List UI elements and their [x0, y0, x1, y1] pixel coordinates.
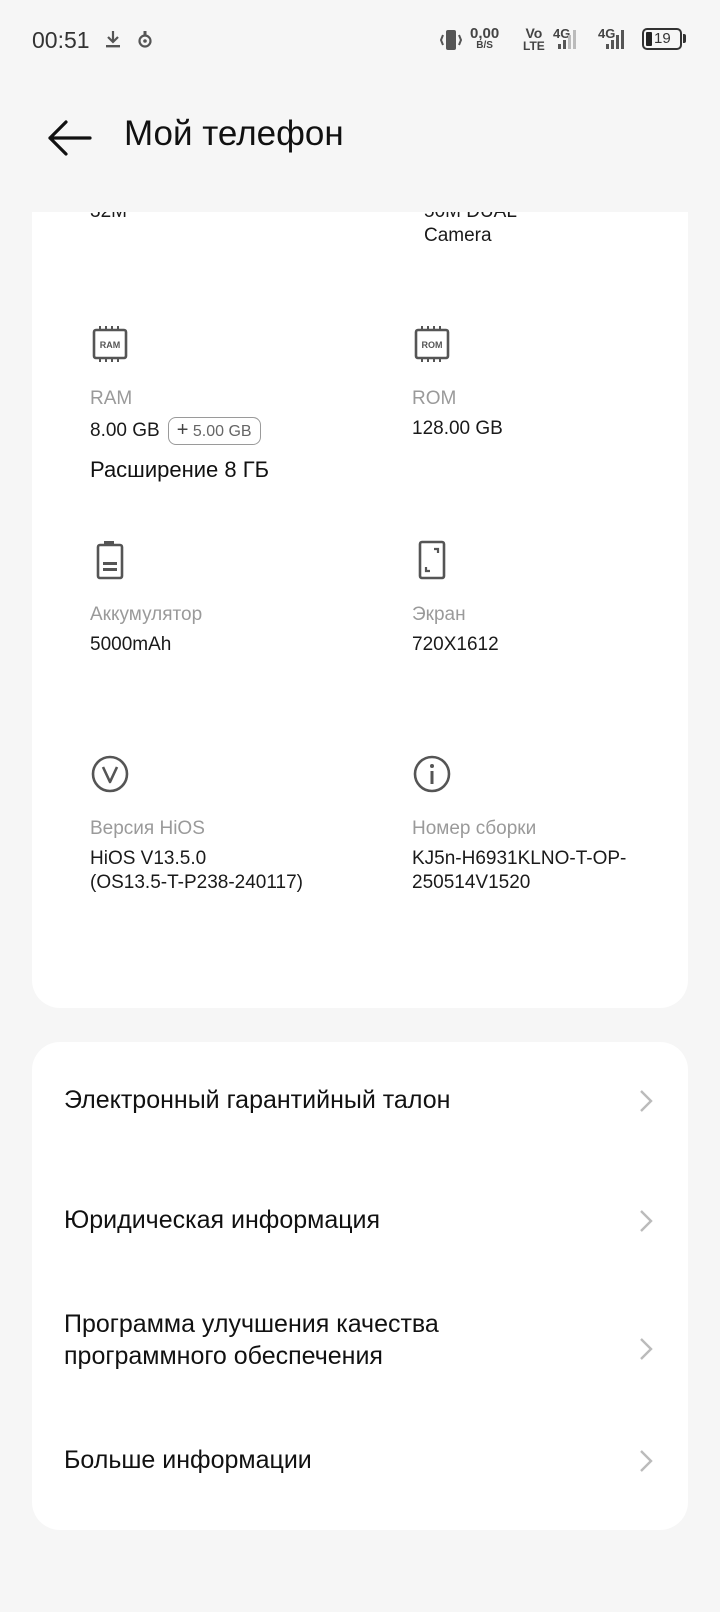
- clock: 00:51: [32, 27, 90, 53]
- rear-camera-value-line1: 50M DUAL: [424, 212, 517, 224]
- ram-label: RAM: [90, 388, 133, 409]
- svg-text:ROM: ROM: [422, 340, 443, 350]
- vibrate-icon: [439, 30, 463, 50]
- menu-item-label: Юридическая информация: [64, 1206, 381, 1234]
- battery-percentage: 19: [654, 30, 671, 47]
- menu-item-label: Больше информации: [64, 1446, 312, 1474]
- rom-chip-icon: ROM: [414, 326, 450, 362]
- menu-item-warranty[interactable]: Электронный гарантийный талон: [32, 1042, 688, 1162]
- chevron-right-icon: [640, 1338, 653, 1360]
- app-notification-icon: [138, 31, 152, 48]
- battery-label: Аккумулятор: [90, 604, 203, 625]
- hios-logo-icon: [91, 755, 129, 793]
- battery-tip: [683, 34, 686, 43]
- spec-rom: ROM ROM 128.00 GB: [412, 324, 688, 441]
- volte-indicator: Vo LTE: [523, 25, 545, 53]
- rom-value: 128.00 GB: [412, 418, 503, 439]
- chevron-right-icon: [640, 1450, 653, 1472]
- info-menu-card: Электронный гарантийный талон Юридическа…: [32, 1042, 688, 1530]
- front-camera-value: 32M: [90, 212, 127, 224]
- signal-strength-icon-2: [606, 30, 624, 49]
- build-value: KJ5n-H6931KLNO-T-OP- 250514V1520: [412, 848, 627, 893]
- menu-item-label: Программа улучшения качества программног…: [64, 1310, 439, 1370]
- ram-expansion-badge: + 5.00 GB: [167, 417, 261, 445]
- battery-value: 5000mAh: [90, 634, 172, 655]
- screen-value: 720X1612: [412, 634, 499, 655]
- hios-value: HiOS V13.5.0 (OS13.5-T-P238-240117): [90, 848, 303, 893]
- ram-expansion-text: Расширение 8 ГБ: [90, 457, 270, 482]
- page-title: Мой телефон: [124, 114, 344, 153]
- svg-text:RAM: RAM: [100, 340, 121, 350]
- chevron-right-icon: [640, 1090, 653, 1112]
- chevron-right-icon: [640, 1210, 653, 1232]
- screen-icon: [418, 540, 446, 580]
- spec-screen: Экран 720X1612: [412, 540, 688, 657]
- specs-card: 32M 50M DUAL Camera RAM RAM 8.00 GB + 5.…: [32, 212, 688, 1008]
- spec-battery: Аккумулятор 5000mAh: [90, 540, 390, 657]
- signal-strength-icon-1: [558, 30, 576, 49]
- spec-build-number: Номер сборки KJ5n-H6931KLNO-T-OP- 250514…: [412, 754, 688, 895]
- screen-label: Экран: [412, 604, 466, 625]
- spec-hios-version: Версия HiOS HiOS V13.5.0 (OS13.5-T-P238-…: [90, 754, 390, 895]
- download-icon: [106, 31, 120, 48]
- ram-value: 8.00 GB: [90, 420, 160, 441]
- info-icon: [413, 755, 451, 793]
- menu-item-quality-program[interactable]: Программа улучшения качества программног…: [32, 1282, 688, 1412]
- menu-item-more-info[interactable]: Больше информации: [32, 1412, 688, 1530]
- rear-camera-value-line2: Camera: [424, 225, 492, 246]
- menu-item-legal[interactable]: Юридическая информация: [32, 1162, 688, 1282]
- ram-chip-icon: RAM: [92, 326, 128, 362]
- rom-label: ROM: [412, 388, 457, 409]
- menu-item-label: Электронный гарантийный талон: [64, 1086, 451, 1114]
- battery-icon: 19: [642, 28, 682, 50]
- build-label: Номер сборки: [412, 818, 537, 839]
- back-arrow-icon[interactable]: [44, 118, 94, 158]
- battery-spec-icon: [96, 541, 124, 580]
- net-speed: 0,00 B/S: [470, 25, 500, 51]
- hios-label: Версия HiOS: [90, 818, 205, 839]
- app-header: Мой телефон: [0, 90, 720, 200]
- spec-ram: RAM RAM 8.00 GB + 5.00 GB Расширение 8 Г…: [90, 324, 390, 483]
- status-bar: 00:51 0,00 B/S Vo LTE 4G 4G 19: [0, 0, 720, 80]
